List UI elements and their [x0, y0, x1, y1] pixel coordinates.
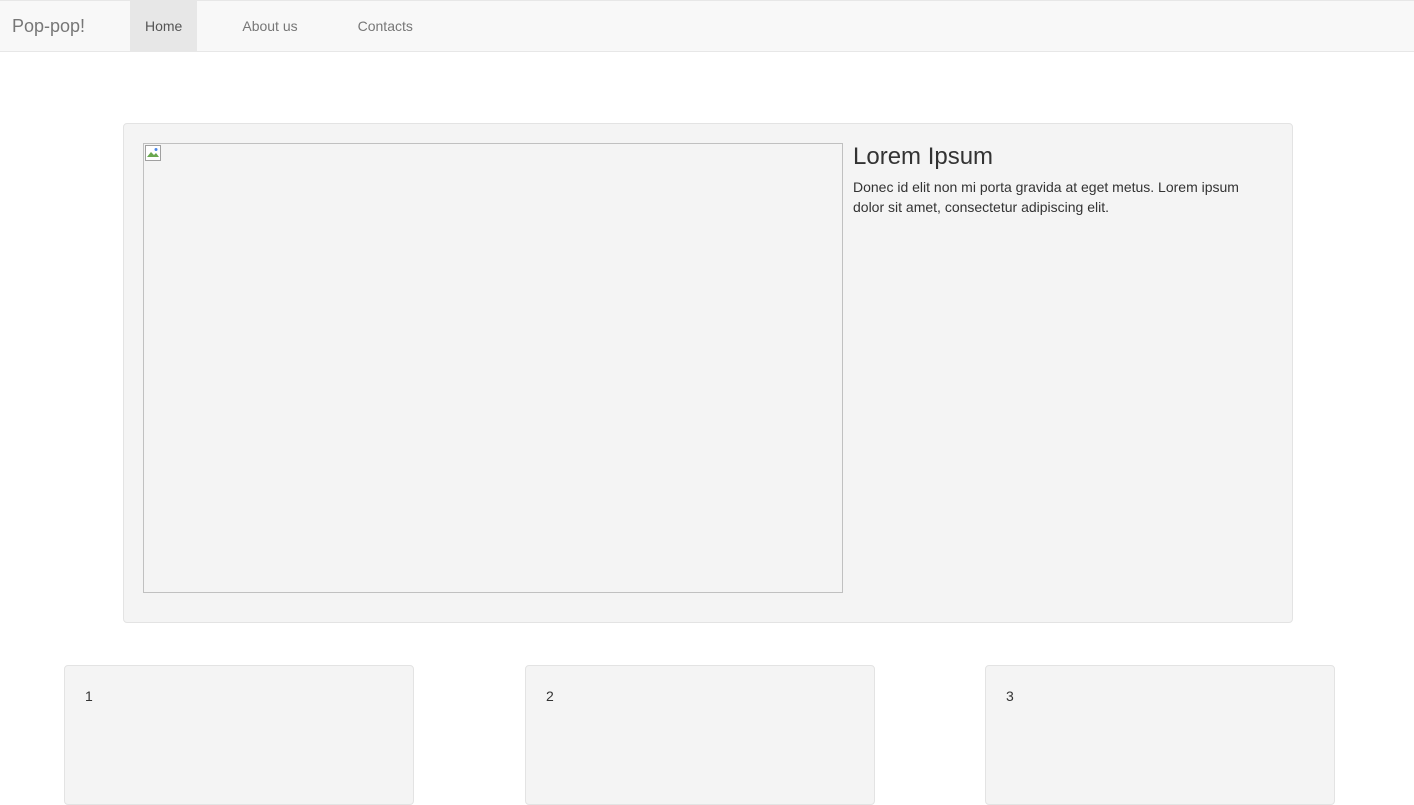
- card-label: 1: [85, 688, 93, 704]
- navbar: Pop-pop! Home About us Contacts: [0, 0, 1414, 52]
- hero-body: Donec id elit non mi porta gravida at eg…: [853, 179, 1239, 215]
- card-3: 3: [985, 665, 1335, 805]
- broken-image-icon: [145, 145, 161, 161]
- nav-about-us[interactable]: About us: [227, 1, 312, 51]
- hero-text: Lorem Ipsum Donec id elit non mi porta g…: [853, 143, 1273, 217]
- card-label: 3: [1006, 688, 1014, 704]
- hero-title: Lorem Ipsum: [853, 143, 994, 170]
- hero-image: [143, 143, 843, 593]
- nav-contacts[interactable]: Contacts: [343, 1, 428, 51]
- card-1: 1: [64, 665, 414, 805]
- brand-link[interactable]: Pop-pop!: [12, 1, 85, 51]
- card-label: 2: [546, 688, 554, 704]
- nav-links: Home About us Contacts: [130, 1, 428, 51]
- hero-panel: Lorem Ipsum Donec id elit non mi porta g…: [123, 123, 1293, 623]
- nav-home[interactable]: Home: [130, 1, 198, 51]
- card-2: 2: [525, 665, 875, 805]
